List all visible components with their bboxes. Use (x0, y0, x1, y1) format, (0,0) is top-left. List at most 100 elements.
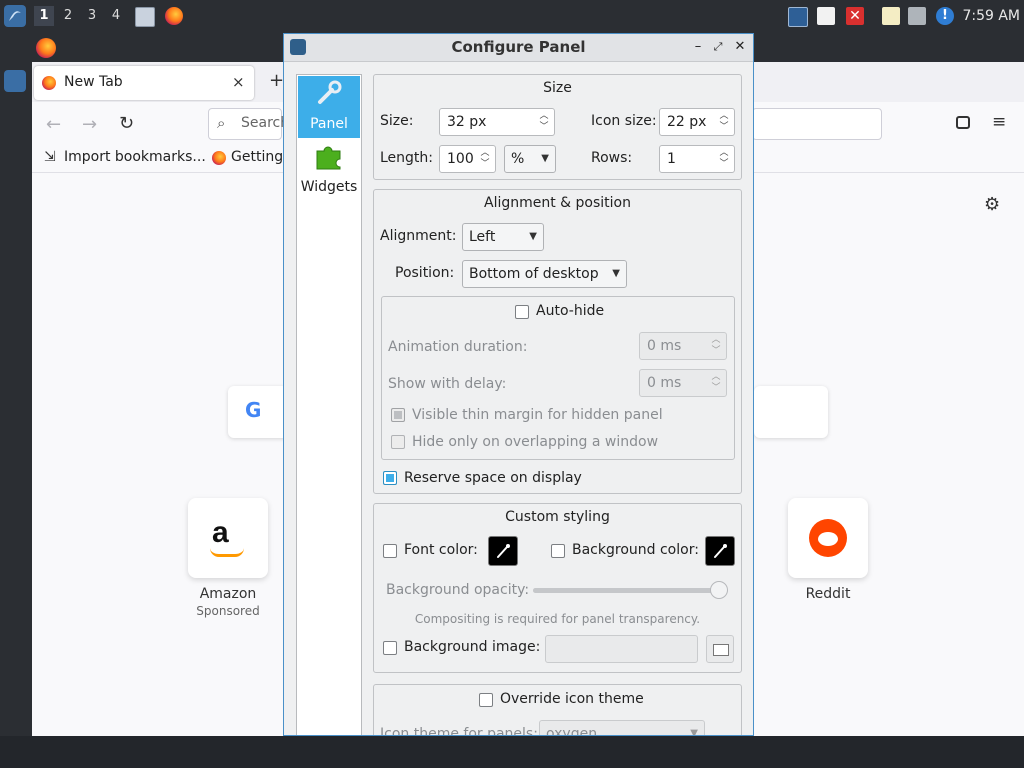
opacity-slider-handle[interactable] (710, 581, 728, 599)
url-bar-end[interactable] (752, 108, 882, 140)
rows-spinbox[interactable]: 1 ︿ ﹀ (659, 145, 735, 173)
browse-image-button[interactable] (706, 635, 734, 663)
eyedropper-icon (497, 544, 510, 558)
position-combo[interactable]: Bottom of desktop ▼ (462, 260, 627, 288)
search-box-end[interactable] (754, 386, 828, 438)
alignment-value: Left (469, 229, 496, 245)
clock[interactable]: 7:59 AM (960, 4, 1020, 28)
spin-down-icon[interactable]: ﹀ (710, 383, 722, 393)
font-color-checkbox[interactable] (383, 544, 397, 558)
forward-icon[interactable]: → (82, 114, 97, 135)
firefox-launcher-icon[interactable] (165, 7, 183, 25)
dialog-titlebar[interactable]: Configure Panel – ⤢ ✕ (284, 34, 753, 62)
import-bookmarks-icon: ⇲ (44, 149, 56, 165)
animation-duration-spinbox[interactable]: 0 ms ︿ ﹀ (639, 332, 727, 360)
network-icon[interactable] (908, 7, 926, 25)
spin-down-icon[interactable]: ﹀ (718, 122, 730, 132)
font-color-label: Font color: (404, 542, 478, 558)
workspace-3[interactable]: 3 (82, 6, 102, 26)
firefox-favicon-icon (42, 76, 56, 90)
overlap-label: Hide only on overlapping a window (412, 434, 659, 450)
position-label: Position: (395, 265, 455, 281)
background-image-path-input[interactable] (545, 635, 698, 663)
tile-reddit[interactable] (788, 498, 868, 578)
overlap-checkbox[interactable] (391, 435, 405, 449)
spin-up-icon[interactable]: ︿ (710, 335, 722, 345)
start-menu-icon[interactable] (4, 5, 26, 27)
spin-up-icon[interactable]: ︿ (710, 372, 722, 382)
workspace-1[interactable]: 1 (34, 6, 54, 26)
tile-amazon[interactable]: a (188, 498, 268, 578)
workspace-2[interactable]: 2 (58, 6, 78, 26)
search-placeholder: Search (241, 115, 290, 131)
icon-theme-combo[interactable]: oxygen ▼ (539, 720, 705, 735)
length-unit-combo[interactable]: % ▼ (504, 145, 556, 173)
removable-drive-icon[interactable] (817, 7, 835, 25)
search-icon: ⌕ (217, 114, 226, 132)
custom-styling-group: Custom styling Font color: Background co… (373, 503, 742, 673)
error-icon[interactable]: ✕ (846, 7, 864, 25)
chevron-down-icon: ▼ (612, 268, 620, 279)
custom-styling-title: Custom styling (505, 509, 610, 525)
reddit-logo-icon (809, 519, 847, 557)
reserve-space-checkbox[interactable] (383, 471, 397, 485)
display-icon[interactable] (788, 7, 808, 27)
bookmark-import[interactable]: Import bookmarks... (64, 149, 206, 165)
tab-close-icon[interactable]: × (232, 73, 245, 91)
background-color-checkbox[interactable] (551, 544, 565, 558)
back-icon[interactable]: ← (46, 114, 61, 135)
tile-amazon-sponsored: Sponsored (196, 604, 260, 618)
background-image-checkbox[interactable] (383, 641, 397, 655)
tab-new-tab[interactable]: New Tab × (34, 66, 254, 100)
alignment-combo[interactable]: Left ▼ (462, 223, 544, 251)
spin-up-icon[interactable]: ︿ (718, 111, 730, 121)
background-image-label: Background image: (404, 639, 541, 655)
bottom-panel (0, 736, 1024, 768)
minimize-icon[interactable]: – (690, 39, 706, 55)
thin-margin-checkbox[interactable] (391, 408, 405, 422)
spin-up-icon[interactable]: ︿ (718, 148, 730, 158)
sidebar-item-panel[interactable]: Panel (298, 76, 360, 138)
file-manager-icon[interactable] (135, 7, 155, 27)
panel-tools-icon (316, 80, 342, 106)
close-icon[interactable]: ✕ (732, 39, 748, 55)
icon-theme-group: Override icon theme Icon theme for panel… (373, 684, 742, 735)
icon-size-spinbox[interactable]: 22 px ︿ ﹀ (659, 108, 735, 136)
spin-up-icon[interactable]: ︿ (479, 148, 491, 158)
spin-down-icon[interactable]: ﹀ (479, 159, 491, 169)
font-color-button[interactable] (488, 536, 518, 566)
spin-down-icon[interactable]: ﹀ (538, 122, 550, 132)
firefox-window-icon[interactable] (36, 38, 56, 58)
notification-icon[interactable]: ! (936, 7, 954, 25)
size-value: 32 px (447, 114, 487, 130)
length-spinbox[interactable]: 100 ︿ ﹀ (439, 145, 496, 173)
chevron-down-icon: ▼ (529, 231, 537, 242)
sidebar-item-widgets[interactable]: Widgets (298, 139, 360, 201)
show-delay-spinbox[interactable]: 0 ms ︿ ﹀ (639, 369, 727, 397)
icon-size-value: 22 px (667, 114, 707, 130)
pocket-icon[interactable] (956, 116, 970, 129)
background-color-button[interactable] (705, 536, 735, 566)
lxqt-icon[interactable] (4, 70, 26, 92)
icon-size-label: Icon size: (591, 113, 657, 129)
new-tab-button[interactable]: + (269, 70, 284, 91)
google-search-box[interactable]: G (228, 386, 288, 438)
spin-down-icon[interactable]: ﹀ (710, 346, 722, 356)
spin-up-icon[interactable]: ︿ (538, 111, 550, 121)
opacity-label: Background opacity: (386, 582, 530, 598)
size-spinbox[interactable]: 32 px ︿ ﹀ (439, 108, 555, 136)
autohide-checkbox[interactable] (515, 305, 529, 319)
spin-down-icon[interactable]: ﹀ (718, 159, 730, 169)
menu-icon[interactable]: ≡ (992, 112, 1006, 132)
opacity-slider-track[interactable] (533, 581, 728, 599)
sidebar-label-panel: Panel (310, 116, 348, 132)
alignment-label: Alignment: (380, 228, 457, 244)
clipboard-icon[interactable] (882, 7, 900, 25)
settings-gear-icon[interactable]: ⚙ (984, 194, 1000, 215)
reload-icon[interactable]: ↻ (119, 113, 134, 134)
override-icon-theme-checkbox[interactable] (479, 693, 493, 707)
maximize-icon[interactable]: ⤢ (710, 39, 726, 55)
search-input[interactable]: ⌕ Search (208, 108, 289, 140)
workspace-4[interactable]: 4 (106, 6, 126, 26)
bookmark-getting-started[interactable]: Getting (231, 149, 285, 165)
